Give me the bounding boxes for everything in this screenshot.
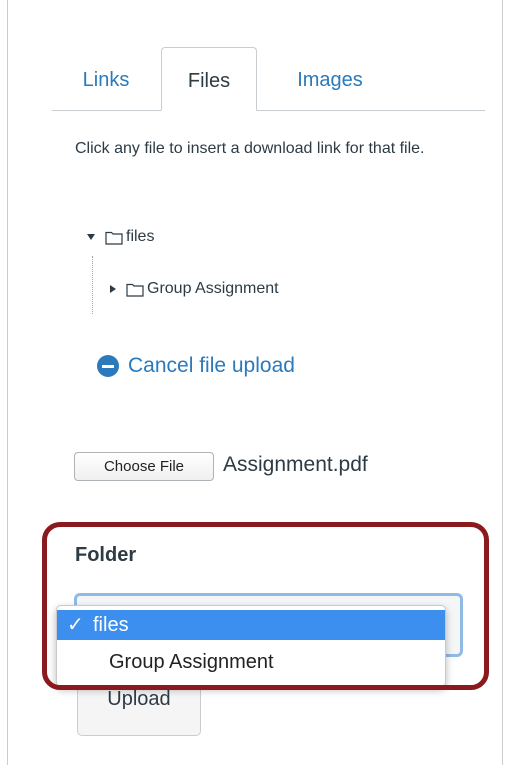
- cancel-file-upload-label: Cancel file upload: [128, 354, 295, 377]
- folder-option-label: files: [93, 614, 129, 636]
- files-instructions: Click any file to insert a download link…: [75, 140, 425, 157]
- tab-images[interactable]: Images: [270, 47, 390, 110]
- folder-option-group-assignment[interactable]: Group Assignment: [57, 647, 445, 677]
- tree-item-group-assignment[interactable]: Group Assignment: [110, 278, 279, 300]
- expanded-triangle-icon[interactable]: [87, 234, 95, 240]
- minus-circle-icon: [97, 355, 119, 377]
- collapsed-triangle-icon[interactable]: [110, 285, 116, 293]
- tree-guide-line: [92, 256, 93, 314]
- tree-item-files[interactable]: files: [87, 226, 154, 248]
- cancel-file-upload-link[interactable]: Cancel file upload: [97, 354, 295, 378]
- tab-bar: Links Files Images: [52, 47, 485, 111]
- checkmark-icon: ✓: [67, 614, 84, 636]
- tree-item-label: Group Assignment: [147, 280, 279, 297]
- folder-icon: [126, 283, 144, 297]
- choose-file-button[interactable]: Choose File: [74, 452, 214, 481]
- folder-label: Folder: [75, 544, 137, 566]
- folder-option-label: Group Assignment: [109, 651, 274, 673]
- folder-icon: [105, 231, 123, 245]
- selected-file-name: Assignment.pdf: [223, 453, 368, 476]
- tab-links[interactable]: Links: [52, 47, 160, 110]
- folder-option-files[interactable]: ✓ files: [57, 610, 445, 640]
- tab-files[interactable]: Files: [161, 47, 257, 111]
- tree-item-label: files: [126, 228, 155, 245]
- folder-dropdown-menu: ✓ files Group Assignment: [56, 605, 446, 687]
